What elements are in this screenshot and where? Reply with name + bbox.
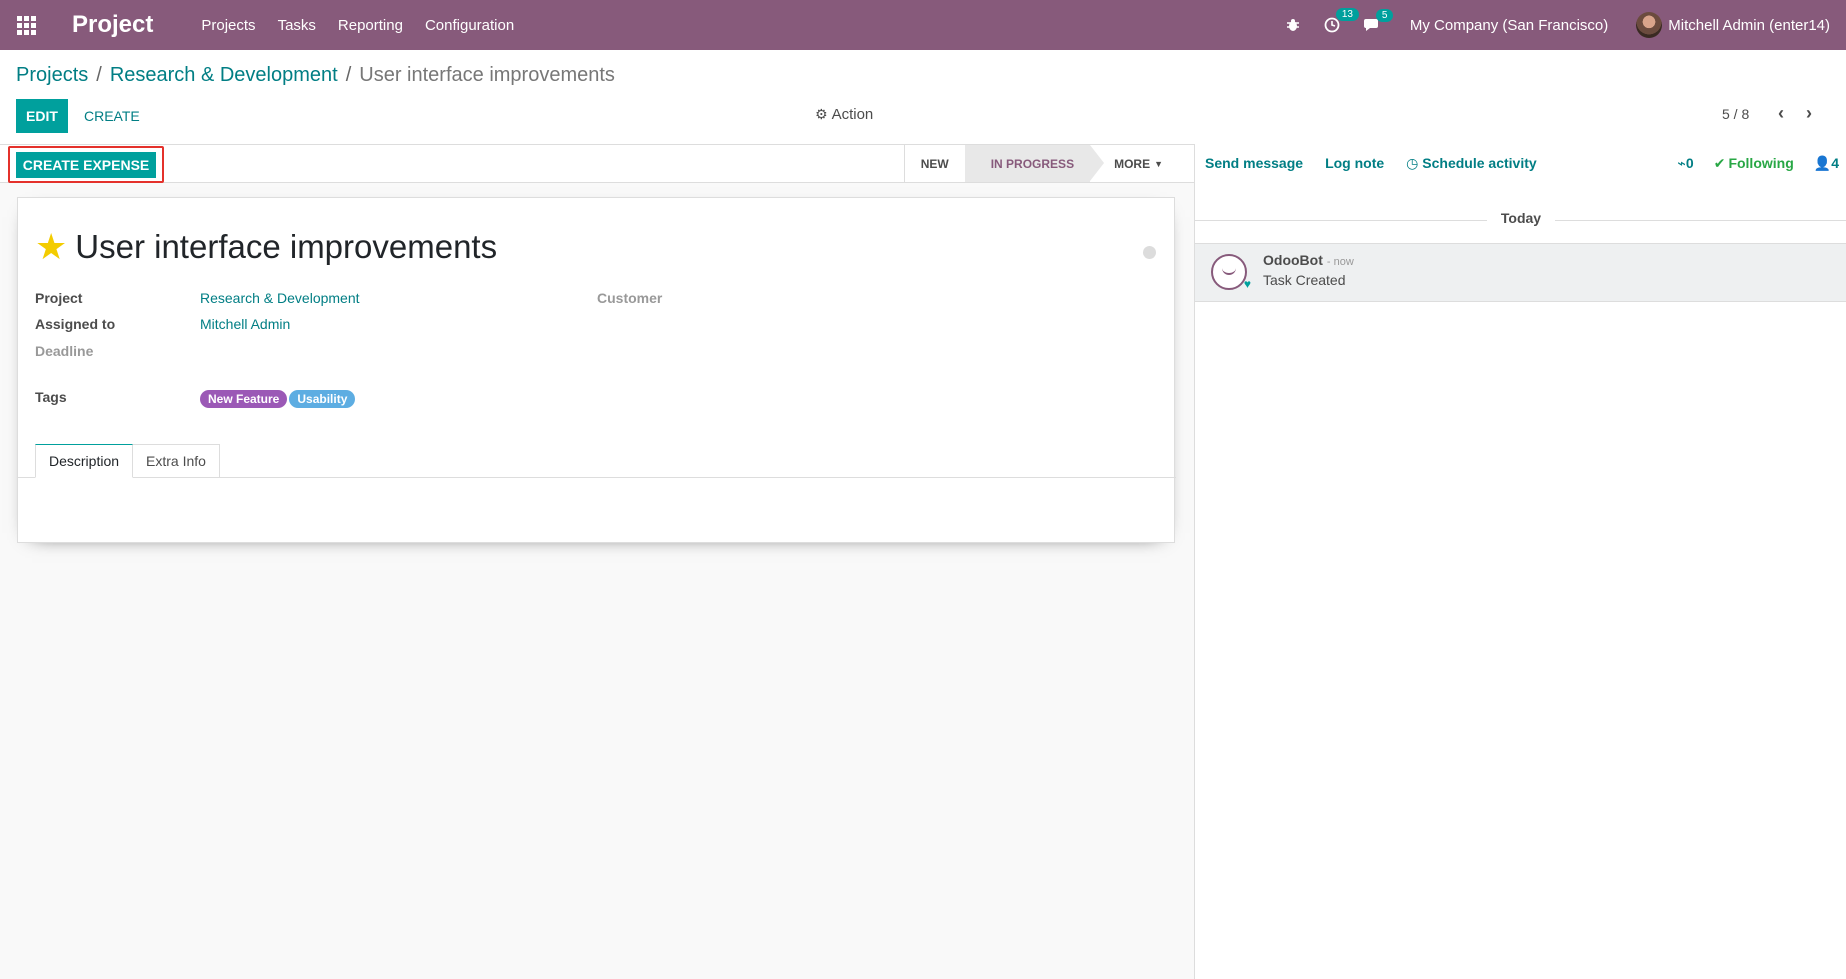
menu-tasks[interactable]: Tasks — [278, 17, 316, 34]
stage-selector: NEW IN PROGRESS MORE ▼ — [903, 145, 1179, 182]
heart-icon: ♥ — [1243, 277, 1251, 291]
top-navbar: Project Projects Tasks Reporting Configu… — [0, 0, 1846, 50]
caret-down-icon: ▼ — [1154, 158, 1163, 169]
menu-reporting[interactable]: Reporting — [338, 17, 403, 34]
tab-extra-info[interactable]: Extra Info — [132, 444, 220, 478]
tags-label: Tags — [35, 389, 67, 405]
breadcrumb-separator: / — [345, 64, 352, 86]
form-view: CREATE EXPENSE NEW IN PROGRESS MORE ▼ ★ … — [0, 144, 1194, 979]
chatter-topbar: Send message Log note ◷ Schedule activit… — [1195, 144, 1846, 182]
create-button[interactable]: CREATE — [78, 99, 146, 133]
attachment-count: 0 — [1685, 155, 1694, 171]
gear-icon: ⚙ — [815, 106, 828, 122]
chatter-message: ♥ OdooBot - now Task Created — [1195, 243, 1846, 302]
menu-projects[interactable]: Projects — [201, 17, 255, 34]
menu-configuration[interactable]: Configuration — [425, 17, 514, 34]
user-icon: 👤 — [1813, 154, 1832, 171]
app-name[interactable]: Project — [72, 11, 153, 39]
edit-button[interactable]: EDIT — [16, 99, 68, 133]
customer-label: Customer — [597, 290, 663, 306]
check-icon: ✔ — [1713, 154, 1726, 171]
activity-count-badge: 13 — [1335, 8, 1359, 21]
breadcrumb-separator: / — [96, 64, 102, 86]
send-message-button[interactable]: Send message — [1205, 155, 1303, 171]
activity-clock-icon[interactable]: 13 — [1324, 8, 1359, 33]
tags-field[interactable]: New Feature Usability — [200, 390, 357, 408]
following-button[interactable]: ✔ Following — [1714, 155, 1794, 172]
schedule-activity-label: Schedule activity — [1422, 154, 1537, 171]
following-label: Following — [1728, 155, 1794, 171]
message-count-badge: 5 — [1375, 9, 1394, 22]
project-label: Project — [35, 290, 83, 306]
attachments-button[interactable]: ⌁ 0 — [1677, 155, 1693, 172]
star-icon[interactable]: ★ — [35, 229, 67, 265]
author-name[interactable]: OdooBot — [1263, 252, 1323, 268]
tag-new-feature[interactable]: New Feature — [200, 390, 288, 408]
breadcrumb: Projects / Research & Development / User… — [16, 64, 615, 87]
assigned-label: Assigned to — [35, 316, 116, 332]
chevron-right-icon[interactable]: › — [1806, 103, 1812, 124]
odoobot-avatar-icon[interactable]: ♥ — [1211, 254, 1251, 291]
message-time: - now — [1326, 256, 1354, 268]
task-title[interactable]: User interface improvements — [75, 228, 497, 266]
breadcrumb-projects[interactable]: Projects — [16, 64, 88, 87]
kanban-state-icon[interactable] — [1143, 246, 1156, 259]
clock-icon: ◷ — [1406, 154, 1419, 171]
assigned-value[interactable]: Mitchell Admin — [200, 316, 290, 332]
form-statusbar: CREATE EXPENSE NEW IN PROGRESS MORE ▼ — [0, 145, 1194, 183]
create-expense-button[interactable]: CREATE EXPENSE — [16, 152, 156, 178]
message-body: Task Created — [1263, 272, 1346, 288]
form-sheet: ★ User interface improvements Project Re… — [17, 197, 1176, 543]
tag-usability[interactable]: Usability — [289, 390, 356, 408]
user-name: Mitchell Admin (enter14) — [1668, 16, 1830, 34]
chevron-left-icon[interactable]: ‹ — [1778, 103, 1784, 124]
create-expense-highlight: CREATE EXPENSE — [8, 146, 164, 183]
notebook-tabs: Description Extra Info — [35, 444, 220, 478]
date-separator: Today — [1195, 210, 1846, 226]
messaging-chat-icon[interactable]: 5 — [1363, 9, 1394, 32]
paperclip-icon: ⌁ — [1677, 154, 1686, 171]
breadcrumb-project[interactable]: Research & Development — [110, 64, 338, 87]
message-author: OdooBot - now — [1263, 252, 1354, 268]
tab-description[interactable]: Description — [35, 444, 134, 478]
chatter-panel: Send message Log note ◷ Schedule activit… — [1194, 144, 1846, 979]
stage-more-label: MORE — [1114, 156, 1151, 171]
action-dropdown[interactable]: ⚙ Action — [815, 106, 873, 123]
breadcrumb-current: User interface improvements — [359, 64, 615, 86]
schedule-activity-button[interactable]: ◷ Schedule activity — [1406, 155, 1537, 172]
project-value[interactable]: Research & Development — [200, 290, 360, 306]
avatar — [1636, 12, 1663, 38]
company-switcher[interactable]: My Company (San Francisco) — [1410, 17, 1608, 34]
stage-new[interactable]: NEW — [905, 145, 965, 182]
action-label: Action — [831, 106, 874, 123]
follower-count: 4 — [1831, 155, 1839, 171]
title-row: ★ User interface improvements — [35, 228, 497, 266]
stage-in-progress[interactable]: IN PROGRESS — [964, 145, 1105, 182]
apps-menu-icon[interactable] — [0, 0, 52, 50]
main-menu: Projects Tasks Reporting Configuration — [201, 17, 536, 34]
deadline-label: Deadline — [35, 343, 94, 359]
user-menu[interactable]: Mitchell Admin (enter14) — [1636, 12, 1830, 38]
pager-value[interactable]: 5 / 8 — [1722, 106, 1749, 122]
debug-bug-icon[interactable] — [1286, 18, 1300, 32]
log-note-button[interactable]: Log note — [1325, 155, 1384, 171]
followers-button[interactable]: 👤 4 — [1814, 155, 1839, 172]
